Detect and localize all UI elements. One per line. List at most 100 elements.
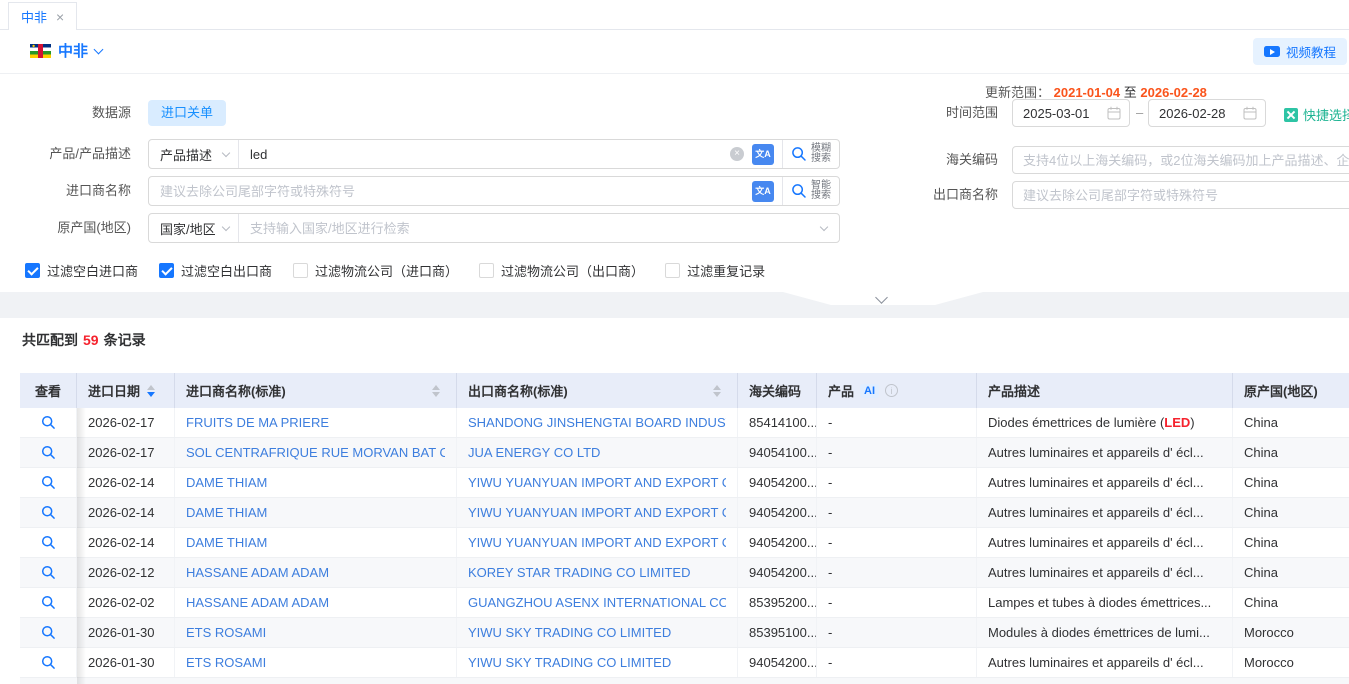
clear-icon[interactable]: × xyxy=(730,147,744,161)
checkbox[interactable] xyxy=(665,263,680,278)
hs-code-input[interactable] xyxy=(1012,146,1349,174)
fuzzy-search-button[interactable]: 模糊 搜索 xyxy=(782,140,839,168)
tab-zhongfei[interactable]: 中非 × xyxy=(8,2,77,30)
header-importer[interactable]: 进口商名称(标准) xyxy=(175,373,457,408)
quick-select-icon xyxy=(1284,108,1298,122)
sort-icons[interactable] xyxy=(713,385,721,397)
checkbox-label: 过滤物流公司（出口商） xyxy=(501,261,644,280)
checkbox-label: 过滤重复记录 xyxy=(687,261,765,280)
view-record-search-icon[interactable] xyxy=(41,505,56,520)
filter-duplicate-records[interactable]: 过滤重复记录 xyxy=(665,261,765,280)
filter-checkbox-row: 过滤空白进口商 过滤空白出口商 过滤物流公司（进口商） 过滤物流公司（出口商） … xyxy=(25,261,765,280)
exporter-link[interactable]: JUA ENERGY CO LTD xyxy=(468,445,600,460)
view-record-search-icon[interactable] xyxy=(41,535,56,550)
exporter-link[interactable]: YIWU YUANYUAN IMPORT AND EXPORT C... xyxy=(468,535,726,550)
importer-link[interactable]: HASSANE ADAM ADAM xyxy=(186,565,329,580)
filter-logistics-exporter[interactable]: 过滤物流公司（出口商） xyxy=(479,261,644,280)
tab-label: 中非 xyxy=(21,7,47,26)
view-record-search-icon[interactable] xyxy=(41,655,56,670)
sort-icons[interactable] xyxy=(147,385,155,397)
origin-country-input[interactable] xyxy=(239,214,821,242)
filter-blank-importer[interactable]: 过滤空白进口商 xyxy=(25,261,138,280)
filter-logistics-importer[interactable]: 过滤物流公司（进口商） xyxy=(293,261,458,280)
checkbox[interactable] xyxy=(25,263,40,278)
origin-country-cell: China xyxy=(1233,468,1349,497)
desc-text: Autres luminaires et appareils d' écl... xyxy=(988,475,1204,490)
product-ai-cell: - xyxy=(817,588,977,617)
importer-link[interactable]: FRUITS DE MA PRIERE xyxy=(186,415,329,430)
hs-code-cell: 85395200... xyxy=(738,588,817,617)
view-record-search-icon[interactable] xyxy=(41,475,56,490)
exporter-name-input[interactable] xyxy=(1012,181,1349,209)
importer-cell: FRUITS DE MA PRIERE xyxy=(175,408,457,437)
exporter-link[interactable]: YIWU YUANYUAN IMPORT AND EXPORT C... xyxy=(468,475,726,490)
view-record-search-icon[interactable] xyxy=(41,445,56,460)
tab-close-icon[interactable]: × xyxy=(56,10,64,24)
exporter-link[interactable]: GUANGZHOU ASENX INTERNATIONAL CO ... xyxy=(468,595,726,610)
quick-select-label: 快捷选择 xyxy=(1303,105,1349,124)
exporter-link[interactable]: YIWU SKY TRADING CO LIMITED xyxy=(468,655,671,670)
importer-name-input[interactable] xyxy=(149,177,752,205)
origin-type-select[interactable]: 国家/地区 xyxy=(149,214,239,242)
table-row: 2026-02-17 SOL CENTRAFRIQUE RUE MORVAN B… xyxy=(20,438,1349,468)
video-camera-icon xyxy=(1264,46,1280,57)
header-import-date[interactable]: 进口日期 xyxy=(77,373,175,408)
importer-link[interactable]: DAME THIAM xyxy=(186,535,267,550)
time-range-end-input[interactable]: 2026-02-28 xyxy=(1148,99,1266,127)
importer-link[interactable]: SOL CENTRAFRIQUE RUE MORVAN BAT OF... xyxy=(186,445,445,460)
view-record-search-icon[interactable] xyxy=(41,415,56,430)
checkbox[interactable] xyxy=(479,263,494,278)
exporter-cell: YIWU YUANYUAN IMPORT AND EXPORT C... xyxy=(457,528,738,557)
view-record-search-icon[interactable] xyxy=(41,565,56,580)
product-desc-cell: Autres luminaires et appareils d' écl... xyxy=(977,438,1233,467)
sort-asc-icon[interactable] xyxy=(432,385,440,390)
checkbox[interactable] xyxy=(159,263,174,278)
desc-text: Lampes et tubes à diodes émettrices... xyxy=(988,595,1211,610)
sort-asc-icon[interactable] xyxy=(713,385,721,390)
checkbox[interactable] xyxy=(293,263,308,278)
sort-desc-icon[interactable] xyxy=(713,392,721,397)
results-prefix: 共匹配到 xyxy=(22,332,78,348)
product-desc-cell: Autres luminaires et appareils d' écl... xyxy=(977,528,1233,557)
product-field-select[interactable]: 产品描述 xyxy=(149,140,239,168)
importer-link[interactable]: ETS ROSAMI xyxy=(186,625,266,640)
product-desc-cell: Autres luminaires et appareils d' écl... xyxy=(977,468,1233,497)
exporter-link[interactable]: SHANDONG JINSHENGTAI BOARD INDUST... xyxy=(468,415,726,430)
smart-search-button[interactable]: 智能 搜索 xyxy=(782,177,839,205)
view-record-search-icon[interactable] xyxy=(41,625,56,640)
origin-country-cell: China xyxy=(1233,498,1349,527)
product-search-input[interactable] xyxy=(239,140,730,168)
table-row: 2026-02-12 HASSANE ADAM ADAM KOREY STAR … xyxy=(20,558,1349,588)
update-range-start-date: 2021-01-04 xyxy=(1054,85,1121,100)
importer-link[interactable]: ETS ROSAMI xyxy=(186,655,266,670)
importer-link[interactable]: DAME THIAM xyxy=(186,475,267,490)
sort-asc-icon[interactable] xyxy=(147,385,155,390)
view-record-search-icon[interactable] xyxy=(41,595,56,610)
sort-desc-icon-active[interactable] xyxy=(147,392,155,397)
exporter-cell: YIWU SKY TRADING CO LIMITED xyxy=(457,648,738,677)
import-date-cell: 2026-02-14 xyxy=(77,468,175,497)
chevron-down-icon xyxy=(222,222,230,230)
sort-desc-icon[interactable] xyxy=(432,392,440,397)
header-exporter[interactable]: 出口商名称(标准) xyxy=(457,373,738,408)
exporter-link[interactable]: YIWU SKY TRADING CO LIMITED xyxy=(468,625,671,640)
time-range-start-input[interactable]: 2025-03-01 xyxy=(1012,99,1130,127)
importer-link[interactable]: DAME THIAM xyxy=(186,505,267,520)
chevron-down-icon xyxy=(94,44,104,54)
hs-code-cell: 94054100... xyxy=(738,438,817,467)
video-tutorial-button[interactable]: 视频教程 xyxy=(1253,38,1347,65)
results-count-text: 共匹配到59条记录 xyxy=(22,330,146,350)
translate-icon[interactable]: 文A xyxy=(752,144,774,165)
sort-icons[interactable] xyxy=(432,385,440,397)
translate-icon[interactable]: 文A xyxy=(752,181,774,202)
exporter-link[interactable]: YIWU YUANYUAN IMPORT AND EXPORT C... xyxy=(468,505,726,520)
exporter-link[interactable]: KOREY STAR TRADING CO LIMITED xyxy=(468,565,690,580)
table-row: 2026-02-14 DAME THIAM YIWU YUANYUAN IMPO… xyxy=(20,528,1349,558)
info-icon[interactable]: i xyxy=(885,384,898,397)
datasource-import-declaration-button[interactable]: 进口关单 xyxy=(148,100,226,126)
importer-link[interactable]: HASSANE ADAM ADAM xyxy=(186,595,329,610)
country-selector[interactable]: 中非 xyxy=(30,40,102,61)
view-cell xyxy=(20,498,77,527)
filter-blank-exporter[interactable]: 过滤空白出口商 xyxy=(159,261,272,280)
quick-select-button[interactable]: 快捷选择 xyxy=(1284,105,1349,124)
